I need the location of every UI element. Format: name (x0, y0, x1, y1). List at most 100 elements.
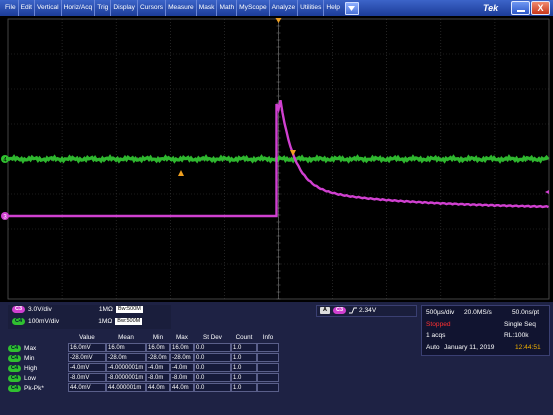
measurement-cell: -4.0000001m (106, 363, 146, 372)
measurement-cell: 16.0mV (68, 343, 106, 352)
column-header: Min (152, 334, 164, 341)
measurement-cell: 1.0 (231, 343, 257, 352)
offscreen-indicator (545, 190, 549, 194)
measurement-cell: -4.0m (170, 363, 194, 372)
measurement-cell: -28.0m (106, 353, 146, 362)
trigger-source-chip: C3 (332, 307, 347, 314)
channel-3-readout[interactable]: C3 3.0V/div 1MΩ Bw:500M (12, 306, 143, 313)
minimize-icon (516, 9, 525, 12)
measurement-cell: -4.0m (146, 363, 170, 372)
column-header: St Dev (203, 334, 222, 341)
column-header: Count (235, 334, 253, 341)
measurement-cell: 1.0 (231, 353, 257, 362)
acquisition-count: 1 acqs (426, 332, 446, 339)
trigger-level-marker (290, 150, 296, 156)
measurement-cell: 44.0m (170, 383, 194, 392)
menu-measure[interactable]: Measure (166, 0, 197, 16)
waveform-display[interactable]: 43 (0, 16, 553, 302)
sample-rate: 20.0MS/s (464, 309, 492, 316)
measurement-row[interactable]: C4 Pk-Pk* 44.0mV 44.000001m 44.0m 44.0m 0.0 1.0 (8, 383, 317, 393)
measurement-row[interactable]: C4 Low -8.0mV -8.0000001m -8.0m -8.0m 0.0 1.0 (8, 373, 317, 383)
measurement-cell (257, 343, 279, 352)
menu-edit[interactable]: Edit (19, 0, 35, 16)
measurement-cell: 0.0 (194, 373, 231, 382)
channel-3-impedance: 1MΩ (98, 306, 113, 313)
measurement-source-chip: C4 (8, 344, 22, 352)
measurement-cell: 16.0m (146, 343, 170, 352)
close-button[interactable]: X (531, 1, 550, 15)
minimize-button[interactable] (511, 1, 530, 15)
brand-logo: Tek (483, 3, 499, 13)
measurement-source-chip: C4 (8, 354, 22, 362)
acquisition-mode: Single Seq (504, 321, 536, 328)
measurement-cell: -28.0mV (68, 353, 106, 362)
column-header: Value (79, 334, 95, 341)
measurement-row[interactable]: C4 High -4.0mV -4.0000001m -4.0m -4.0m 0.0 1.0 (8, 363, 317, 373)
menu-cursors[interactable]: Cursors (138, 0, 167, 16)
dropdown-menu-button[interactable] (344, 1, 359, 15)
measurement-cell: 16.0m (170, 343, 194, 352)
measurements-table[interactable]: Value Mean Min Max St Dev Count Info C4 Max 16.0m… (8, 333, 317, 393)
close-icon: X (537, 3, 544, 13)
menu-mask[interactable]: Mask (197, 0, 218, 16)
measurement-cell: -28.0m (170, 353, 194, 362)
measurement-cell (257, 373, 279, 382)
trigger-level: 2.34V (359, 307, 377, 314)
trigger-readout[interactable]: A C3 2.34V (316, 305, 417, 317)
measurement-cell: -4.0mV (68, 363, 106, 372)
menu-bar: File Edit Vertical Horiz/Acq Trig Display Curs… (0, 0, 553, 17)
measurement-cell: -8.0000001m (106, 373, 146, 382)
channel-3-bandwidth: Bw:500M (115, 306, 143, 313)
menu-trig[interactable]: Trig (95, 0, 112, 16)
menu-math[interactable]: Math (217, 0, 238, 16)
channel-3-chip: C3 (12, 306, 26, 313)
channel-4-bandwidth: Bw:500M (115, 318, 143, 325)
menu-horiz-acq[interactable]: Horiz/Acq (62, 0, 96, 16)
measurement-cell: -8.0m (146, 373, 170, 382)
menu-myscope[interactable]: MyScope (237, 0, 270, 16)
measurement-row[interactable]: C4 Max 16.0mV 16.0m 16.0m 16.0m 0.0 1.0 (8, 343, 317, 353)
menu-vertical[interactable]: Vertical (35, 0, 62, 16)
channel-4-chip: C4 (12, 318, 26, 325)
timebase: 500µs/div (426, 309, 455, 316)
measurement-cell: -8.0mV (68, 373, 106, 382)
measurement-name: Pk-Pk* (24, 384, 44, 392)
acquisition-readout[interactable]: 500µs/div 20.0MS/s 50.0ns/pt Stopped Sin… (421, 305, 550, 356)
measurement-cell: 1.0 (231, 373, 257, 382)
measurement-row[interactable]: C4 Min -28.0mV -28.0m -28.0m -28.0m 0.0 1.0 (8, 353, 317, 363)
menu-analyze[interactable]: Analyze (270, 0, 299, 16)
measurement-cell (257, 363, 279, 372)
channel-4-readout[interactable]: C4 100mV/div 1MΩ Bw:500M (12, 318, 143, 325)
measurement-cell: 16.0m (106, 343, 146, 352)
menu-file[interactable]: File (3, 0, 19, 16)
measurement-cell: -28.0m (146, 353, 170, 362)
measurement-cell: 44.0m (146, 383, 170, 392)
measurement-cell: 1.0 (231, 383, 257, 392)
measurement-label: C4 Max (8, 343, 68, 353)
measurement-label: C4 High (8, 363, 68, 373)
trigger-mode: Auto (426, 344, 440, 351)
measurement-cell: 0.0 (194, 383, 231, 392)
menu-display[interactable]: Display (111, 0, 138, 16)
measurement-name: High (24, 364, 38, 372)
measurement-cell: -8.0m (170, 373, 194, 382)
measurement-cell: 0.0 (194, 343, 231, 352)
column-header: Info (262, 334, 274, 341)
measurement-cell: 0.0 (194, 363, 231, 372)
measurement-label: C4 Pk-Pk* (8, 383, 68, 393)
menu-help[interactable]: Help (324, 0, 342, 16)
record-length: RL:100k (504, 332, 529, 339)
menu-utilities[interactable]: Utilities (298, 0, 325, 16)
channel-4-trace (6, 154, 550, 164)
measurement-source-chip: C4 (8, 364, 22, 372)
measurement-name: Max (24, 344, 37, 352)
measurements-header: Value Mean Min Max St Dev Count Info (8, 333, 317, 343)
measurement-name: Min (24, 354, 35, 362)
chevron-down-icon (348, 5, 356, 11)
measurement-cell (257, 383, 279, 392)
column-header: Max (176, 334, 188, 341)
channel-4-impedance: 1MΩ (98, 318, 113, 325)
channel-4-scale: 100mV/div (28, 318, 60, 325)
measurement-name: Low (24, 374, 36, 382)
waveform-graticule: 43 (1, 18, 550, 300)
